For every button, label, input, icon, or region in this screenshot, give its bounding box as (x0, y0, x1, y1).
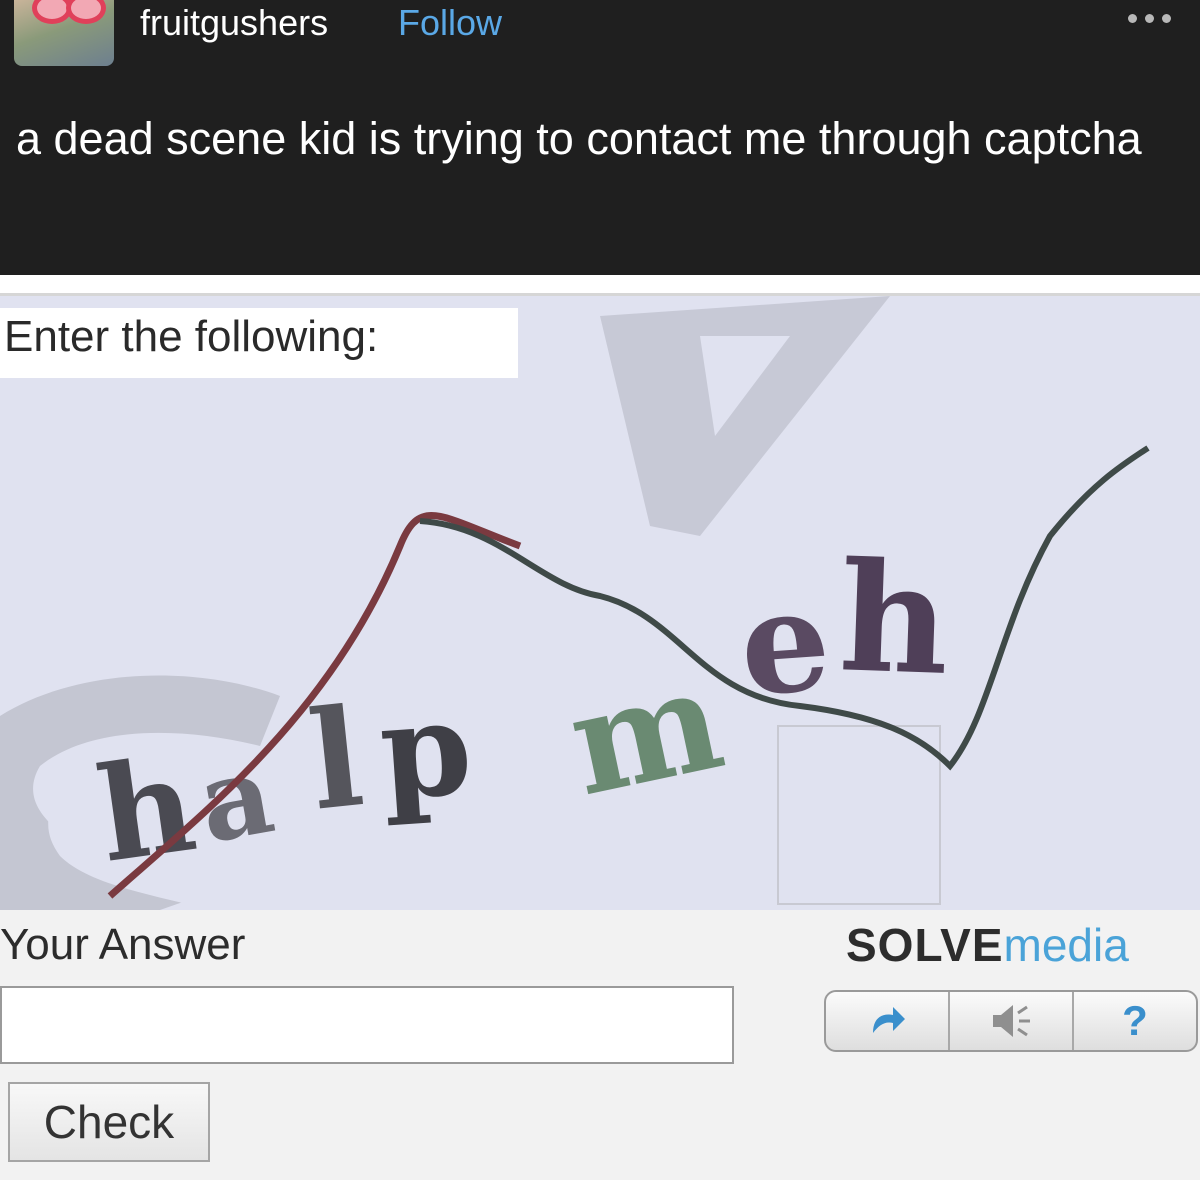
refresh-icon (873, 1007, 905, 1033)
avatar-glasses-right (66, 0, 106, 24)
more-dot (1128, 14, 1137, 23)
help-icon: ? (1122, 997, 1148, 1044)
follow-link[interactable]: Follow (398, 2, 502, 44)
check-button[interactable]: Check (8, 1082, 210, 1162)
more-dot (1145, 14, 1154, 23)
captcha-glyph: h (837, 529, 952, 709)
captcha-controls: ? (824, 990, 1198, 1052)
noise-shape (600, 296, 890, 536)
captcha-prompt: Enter the following: (4, 312, 379, 361)
brand-part2: media (1003, 919, 1129, 971)
more-dot (1162, 14, 1171, 23)
refresh-button[interactable] (826, 992, 950, 1050)
post-header: fruitgushers Follow a dead scene kid is … (0, 0, 1200, 275)
more-options-icon[interactable] (1128, 14, 1188, 26)
audio-icon (993, 1005, 1030, 1037)
captcha-graphic: h a l p m e h (0, 296, 1150, 910)
answer-input[interactable] (0, 986, 734, 1064)
help-button[interactable]: ? (1074, 992, 1196, 1050)
avatar[interactable] (14, 0, 114, 66)
post-text: a dead scene kid is trying to contact me… (16, 113, 1142, 164)
noise-rect (777, 725, 941, 905)
captcha-glyph: p (375, 671, 476, 830)
audio-button[interactable] (950, 992, 1074, 1050)
answer-label: Your Answer (0, 920, 246, 969)
post-divider (0, 275, 1200, 296)
solve-media-logo: SOLVEmedia (846, 918, 1129, 972)
brand-part1: SOLVE (846, 919, 1004, 971)
username[interactable]: fruitgushers (140, 2, 328, 44)
captcha-image: h a l p m e h (0, 296, 1200, 910)
